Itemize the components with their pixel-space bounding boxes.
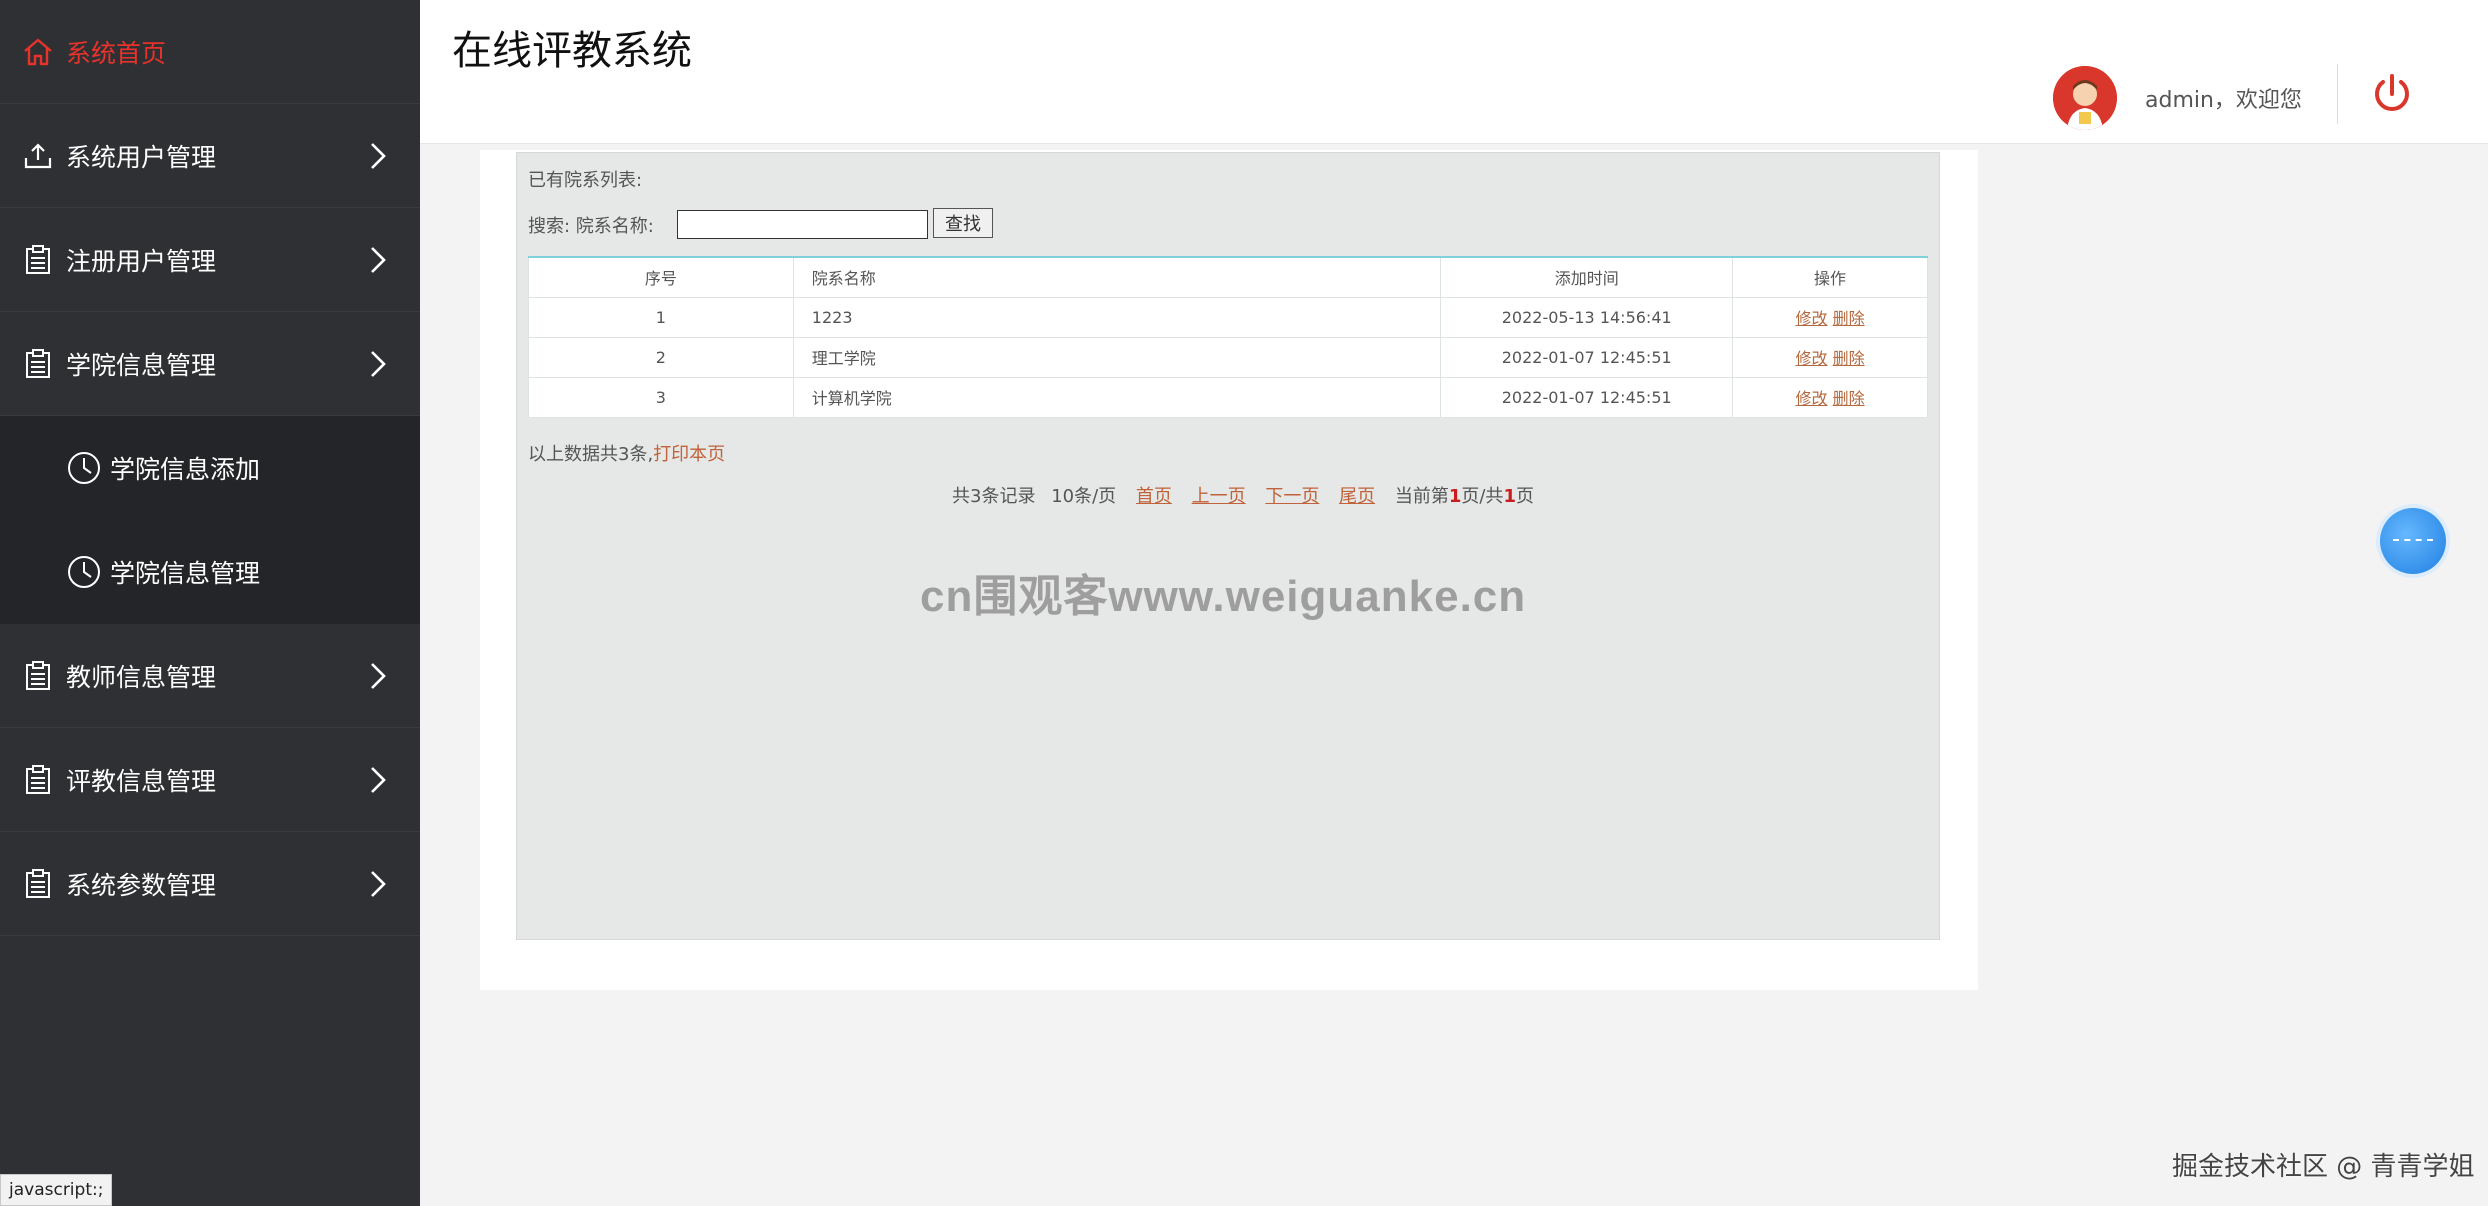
avatar[interactable]	[2053, 66, 2117, 130]
college-table: 序号 院系名称 添加时间 操作 1 1223 2022-05-13 14:56:…	[528, 256, 1928, 418]
sidebar-item-label: 系统参数管理	[66, 870, 217, 900]
home-icon	[22, 36, 54, 68]
current-page: 1	[1448, 486, 1462, 507]
submenu-item-label: 学院信息管理	[110, 559, 261, 588]
page-status-mid: 页/共	[1461, 486, 1504, 507]
floating-assistant-button[interactable]	[2380, 508, 2446, 574]
chevron-right-icon	[371, 350, 386, 377]
power-logout-icon[interactable]	[2370, 72, 2414, 116]
per-page: 10条/页	[1051, 486, 1117, 507]
sidebar: 系统首页 系统用户管理 注册用户管理 学院信息管理 学院信息添加 学院信息管理 …	[0, 0, 420, 1206]
next-page-link[interactable]: 下一页	[1265, 486, 1319, 507]
cell-no: 1	[528, 296, 794, 338]
credit-watermark: 掘金技术社区 @ 青青学姐	[2172, 1152, 2475, 1182]
cell-no: 2	[528, 336, 794, 378]
page-status-suffix: 页	[1515, 486, 1534, 507]
submenu-item-college-add[interactable]: 学院信息添加	[0, 416, 420, 520]
column-header: 操作	[1732, 256, 1928, 298]
clipboard-icon	[22, 244, 54, 276]
welcome-text: admin，欢迎您	[2145, 88, 2302, 113]
cell-actions: 修改 删除	[1732, 376, 1928, 418]
cell-no: 3	[528, 376, 794, 418]
sidebar-item-system-users[interactable]: 系统用户管理	[0, 104, 420, 208]
page-status: 当前第1页/共1页	[1395, 486, 1534, 507]
clipboard-icon	[22, 348, 54, 380]
watermark: cn围观客www.weiguanke.cn	[920, 572, 1527, 621]
cell-name: 计算机学院	[792, 376, 1442, 418]
submenu-item-label: 学院信息添加	[110, 455, 261, 484]
top-header: 在线评教系统 admin，欢迎您	[420, 0, 2488, 144]
total-records: 共3条记录	[952, 486, 1036, 507]
header-divider	[2337, 64, 2338, 124]
sidebar-item-label: 系统用户管理	[66, 142, 217, 172]
pagination: 共3条记录 10条/页 首页 上一页 下一页 尾页 当前第1页/共1页	[952, 482, 1534, 508]
cell-name: 1223	[792, 296, 1442, 338]
sidebar-item-label: 评教信息管理	[66, 766, 217, 796]
sidebar-item-label: 学院信息管理	[66, 350, 217, 380]
sidebar-item-label: 注册用户管理	[66, 246, 217, 276]
app-title: 在线评教系统	[452, 28, 692, 74]
search-input[interactable]	[677, 210, 928, 239]
sidebar-item-college-info[interactable]: 学院信息管理	[0, 312, 420, 416]
browser-status-bar: javascript:;	[0, 1174, 113, 1206]
table-row: 3 计算机学院 2022-01-07 12:45:51 修改 删除	[528, 376, 1928, 418]
sidebar-item-teacher-info[interactable]: 教师信息管理	[0, 624, 420, 728]
edit-link[interactable]: 修改	[1796, 389, 1828, 408]
total-pages: 1	[1503, 486, 1516, 507]
record-summary: 以上数据共3条,打印本页	[528, 440, 725, 466]
first-page-link[interactable]: 首页	[1136, 486, 1172, 507]
last-page-link[interactable]: 尾页	[1339, 486, 1375, 507]
user-avatar-icon	[2053, 66, 2117, 130]
cell-time: 2022-05-13 14:56:41	[1440, 296, 1734, 338]
cell-actions: 修改 删除	[1732, 336, 1928, 378]
page-status-prefix: 当前第	[1394, 486, 1449, 507]
column-header: 添加时间	[1440, 256, 1734, 298]
print-page-link[interactable]: 打印本页	[653, 444, 725, 465]
submenu-item-college-manage[interactable]: 学院信息管理	[0, 520, 420, 624]
submenu-college-info: 学院信息添加 学院信息管理	[0, 416, 420, 624]
clock-icon	[66, 554, 102, 590]
search-label: 搜索: 院系名称:	[528, 216, 654, 237]
chevron-right-icon	[371, 662, 386, 689]
cell-actions: 修改 删除	[1732, 296, 1928, 338]
table-row: 1 1223 2022-05-13 14:56:41 修改 删除	[528, 296, 1928, 338]
delete-link[interactable]: 删除	[1833, 349, 1865, 368]
list-title: 已有院系列表:	[528, 170, 643, 191]
cell-name: 理工学院	[792, 336, 1442, 378]
sidebar-item-registered-users[interactable]: 注册用户管理	[0, 208, 420, 312]
chevron-right-icon	[371, 142, 386, 169]
dash-icon	[2393, 539, 2433, 541]
delete-link[interactable]: 删除	[1833, 309, 1865, 328]
search-button[interactable]: 查找	[933, 208, 993, 238]
table-header-row: 序号 院系名称 添加时间 操作	[528, 256, 1928, 298]
sidebar-item-evaluation-info[interactable]: 评教信息管理	[0, 728, 420, 832]
cell-time: 2022-01-07 12:45:51	[1440, 376, 1734, 418]
chevron-right-icon	[371, 766, 386, 793]
clipboard-icon	[22, 868, 54, 900]
summary-text: 以上数据共3条,	[528, 444, 654, 465]
edit-link[interactable]: 修改	[1796, 349, 1828, 368]
cell-time: 2022-01-07 12:45:51	[1440, 336, 1734, 378]
clipboard-icon	[22, 660, 54, 692]
sidebar-item-home[interactable]: 系统首页	[0, 0, 420, 104]
table-row: 2 理工学院 2022-01-07 12:45:51 修改 删除	[528, 336, 1928, 378]
clock-icon	[66, 450, 102, 486]
chevron-right-icon	[371, 870, 386, 897]
edit-link[interactable]: 修改	[1796, 309, 1828, 328]
sidebar-item-system-params[interactable]: 系统参数管理	[0, 832, 420, 936]
sidebar-item-label: 教师信息管理	[66, 662, 217, 692]
prev-page-link[interactable]: 上一页	[1192, 486, 1246, 507]
sidebar-item-label: 系统首页	[66, 38, 167, 68]
upload-icon	[22, 140, 54, 172]
column-header: 序号	[528, 256, 794, 298]
chevron-right-icon	[371, 246, 386, 273]
column-header: 院系名称	[792, 256, 1442, 298]
clipboard-icon	[22, 764, 54, 796]
delete-link[interactable]: 删除	[1833, 389, 1865, 408]
